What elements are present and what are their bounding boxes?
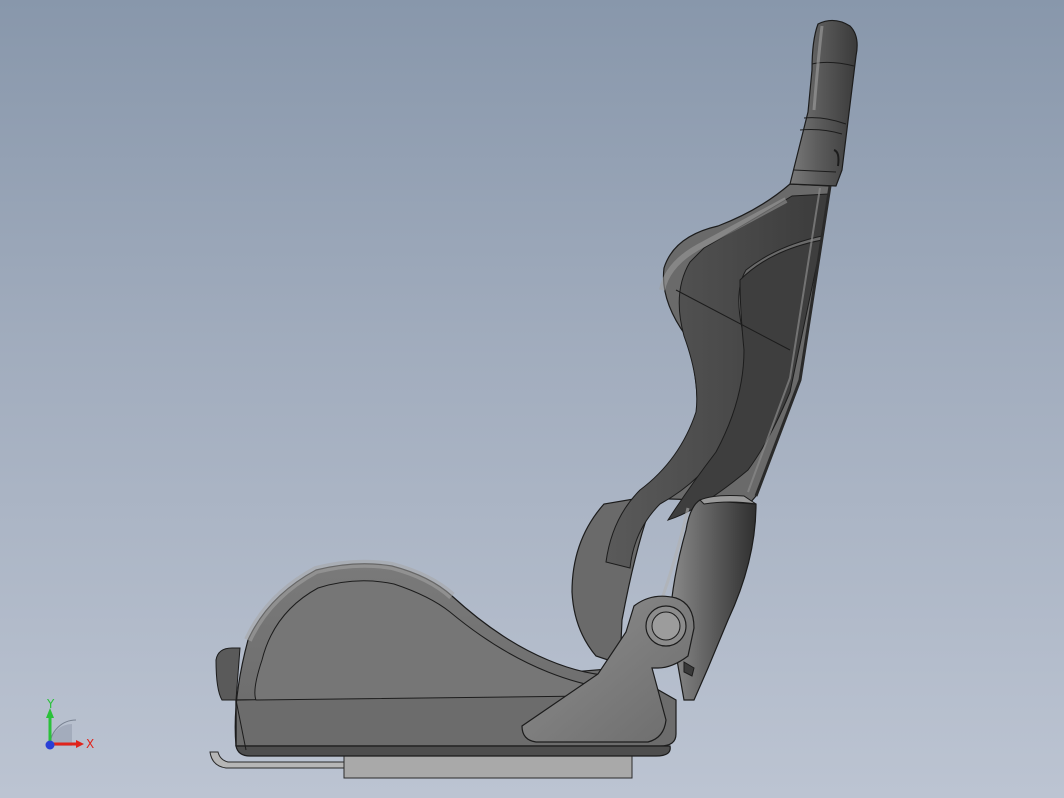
- coordinate-triad: X Y: [45, 697, 94, 751]
- headrest: [789, 19, 858, 187]
- y-axis-label: Y: [46, 697, 55, 711]
- seat-model[interactable]: [0, 0, 1064, 798]
- z-axis-dot: [45, 740, 55, 750]
- x-axis-label: X: [86, 737, 94, 751]
- graphics-viewport[interactable]: X Y: [0, 0, 1064, 798]
